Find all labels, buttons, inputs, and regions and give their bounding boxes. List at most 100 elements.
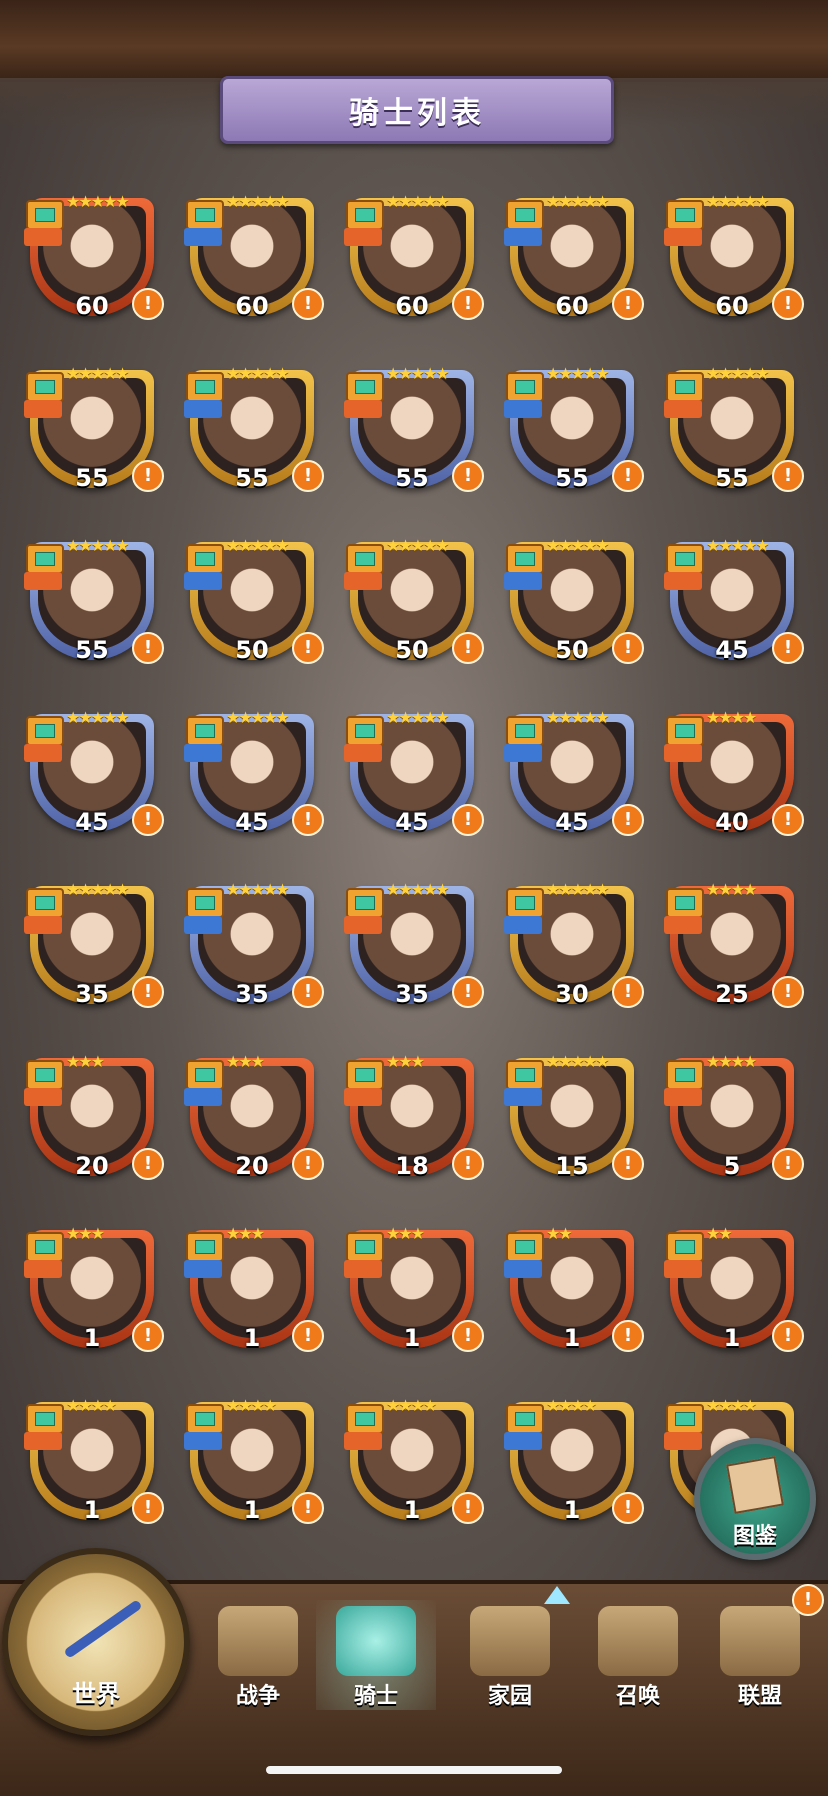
class-icon: [24, 916, 62, 934]
knight-card[interactable]: ★★ 1!: [502, 1220, 644, 1370]
knight-card[interactable]: ★★★★ 40!: [662, 704, 804, 854]
knight-card[interactable]: ★★★★★ 55!: [182, 360, 324, 510]
rune-slot-icon: [26, 1060, 64, 1090]
knight-card[interactable]: ★★★★★ 50!: [182, 532, 324, 682]
knight-card[interactable]: ★★★★★ 45!: [662, 532, 804, 682]
knight-card[interactable]: ★★★ 1!: [342, 1220, 484, 1370]
rune-slot-icon: [506, 544, 544, 574]
alert-badge-icon: !: [772, 976, 804, 1008]
knight-card[interactable]: ★★★★★ 15!: [502, 1048, 644, 1198]
alert-badge-icon: !: [612, 288, 644, 320]
star-rating: ★★★★: [386, 1396, 437, 1415]
star-rating: ★★★★★: [386, 880, 450, 899]
knight-card[interactable]: ★★★★★ 60!: [22, 188, 164, 338]
alert-badge-icon: !: [772, 1148, 804, 1180]
knight-card[interactable]: ★★★★★ 55!: [342, 360, 484, 510]
alert-badge-icon: !: [612, 1492, 644, 1524]
alert-badge-icon: !: [772, 460, 804, 492]
tab-home[interactable]: 家园: [450, 1600, 570, 1710]
class-icon: [664, 572, 702, 590]
star-rating: ★★★★★: [386, 536, 450, 555]
knight-card[interactable]: ★★★★★ 50!: [342, 532, 484, 682]
knight-card[interactable]: ★★★★★ 30!: [502, 876, 644, 1026]
knight-card[interactable]: ★★★★1!: [22, 1392, 164, 1542]
alert-badge-icon: !: [292, 1320, 324, 1352]
alert-badge-icon: !: [772, 804, 804, 836]
alert-badge-icon: !: [452, 460, 484, 492]
knight-card[interactable]: ★★★★★ 35!: [342, 876, 484, 1026]
knight-card[interactable]: ★★★★ 25!: [662, 876, 804, 1026]
rune-slot-icon: [666, 1404, 704, 1434]
knight-card[interactable]: ★★ 1!: [662, 1220, 804, 1370]
star-rating: ★★★★: [706, 880, 757, 899]
codex-button[interactable]: 图鉴: [694, 1438, 816, 1560]
alert-badge-icon: !: [612, 460, 644, 492]
knight-card[interactable]: ★★★★★ 60!: [342, 188, 484, 338]
knight-card[interactable]: ★★★★★ 35!: [182, 876, 324, 1026]
knight-card[interactable]: ★★★★★ 55!: [502, 360, 644, 510]
knight-card[interactable]: ★★★ 18!: [342, 1048, 484, 1198]
knight-card[interactable]: ★★★★★ 50!: [502, 532, 644, 682]
class-icon: [184, 744, 222, 762]
class-icon: [184, 916, 222, 934]
rune-slot-icon: [26, 372, 64, 402]
world-button[interactable]: 世界: [2, 1548, 190, 1736]
tab-war[interactable]: 战争: [198, 1600, 318, 1710]
knight-card[interactable]: ★★★★1!: [182, 1392, 324, 1542]
class-icon: [24, 744, 62, 762]
class-icon: [344, 1088, 382, 1106]
alert-badge-icon: !: [452, 1148, 484, 1180]
class-icon: [664, 1260, 702, 1278]
knight-card[interactable]: ★★★ 1!: [22, 1220, 164, 1370]
knight-card[interactable]: ★★★ 20!: [182, 1048, 324, 1198]
class-icon: [664, 1088, 702, 1106]
alert-badge-icon: !: [292, 804, 324, 836]
tab-summon[interactable]: 召唤: [578, 1600, 698, 1710]
knight-card[interactable]: ★★★★★ 45!: [502, 704, 644, 854]
rune-slot-icon: [506, 1404, 544, 1434]
alert-badge-icon: !: [132, 1492, 164, 1524]
alert-badge-icon: !: [772, 632, 804, 664]
rune-slot-icon: [186, 372, 224, 402]
knight-card[interactable]: ★★★★★ 60!: [662, 188, 804, 338]
knight-card[interactable]: ★★★★★ 45!: [182, 704, 324, 854]
class-icon: [664, 400, 702, 418]
alert-badge-icon: !: [292, 976, 324, 1008]
knight-card[interactable]: ★★★★★ 60!: [182, 188, 324, 338]
knight-card[interactable]: ★★★★★ 55!: [22, 532, 164, 682]
knight-card[interactable]: ★★★★1!: [342, 1392, 484, 1542]
star-rating: ★★★★★: [66, 192, 130, 211]
alert-badge-icon: !: [292, 460, 324, 492]
knight-card[interactable]: ★★★★★ 60!: [502, 188, 644, 338]
tab-knights[interactable]: 骑士: [316, 1600, 436, 1710]
rune-slot-icon: [666, 716, 704, 746]
rune-slot-icon: [666, 888, 704, 918]
class-icon: [664, 228, 702, 246]
rune-slot-icon: [186, 716, 224, 746]
alert-badge-icon: !: [772, 288, 804, 320]
home-indicator: [266, 1766, 562, 1774]
knight-card[interactable]: ★★★ 1!: [182, 1220, 324, 1370]
alert-badge-icon: !: [132, 804, 164, 836]
rune-slot-icon: [506, 716, 544, 746]
knight-card[interactable]: ★★★★★ 45!: [342, 704, 484, 854]
rune-slot-icon: [26, 200, 64, 230]
class-icon: [504, 1088, 542, 1106]
rune-slot-icon: [186, 200, 224, 230]
tab-alliance[interactable]: 联盟: [700, 1600, 820, 1710]
knight-card[interactable]: ★★★★★ 55!: [662, 360, 804, 510]
class-icon: [344, 1432, 382, 1450]
knight-card[interactable]: ★★★ 20!: [22, 1048, 164, 1198]
compass-needle-icon: [63, 1599, 143, 1659]
rune-slot-icon: [26, 1232, 64, 1262]
class-icon: [344, 916, 382, 934]
tab-alliance-label: 联盟: [737, 1684, 782, 1709]
knight-card[interactable]: ★★★★ 5!: [662, 1048, 804, 1198]
knight-card[interactable]: ★★★★★ 35!: [22, 876, 164, 1026]
knight-card[interactable]: ★★★★★ 45!: [22, 704, 164, 854]
star-rating: ★★★★★: [66, 536, 130, 555]
tab-war-label: 战争: [235, 1684, 280, 1709]
alert-badge-icon: !: [772, 1320, 804, 1352]
knight-card[interactable]: ★★★★★ 55!: [22, 360, 164, 510]
knight-card[interactable]: ★★★★1!: [502, 1392, 644, 1542]
